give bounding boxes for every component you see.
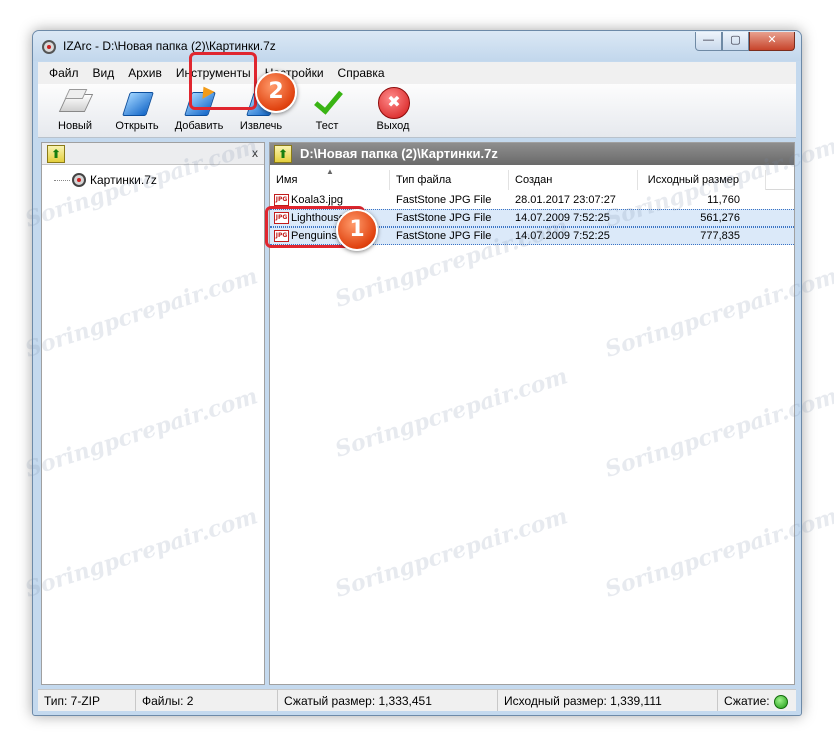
menu-view[interactable]: Вид	[86, 66, 122, 80]
status-compressed-size: Сжатый размер: 1,333,451	[278, 690, 498, 711]
tree-item-label: Картинки.7z	[90, 173, 157, 187]
file-created: 14.07.2009 7:52:25	[515, 212, 610, 224]
status-original-size: Исходный размер: 1,339,111	[498, 690, 718, 711]
folder-tree-pane: ⬆ x Картинки.7z	[41, 142, 265, 685]
close-button[interactable]: ✕	[749, 32, 795, 51]
file-size: 11,760	[707, 194, 740, 206]
menu-file[interactable]: Файл	[42, 66, 86, 80]
toolbar: Новый Открыть Добавить Извлечь Тест Выхо…	[38, 84, 796, 138]
file-type: FastStone JPG File	[396, 212, 492, 224]
minimize-button[interactable]: —	[695, 32, 722, 51]
open-button[interactable]: Открыть	[106, 86, 168, 136]
step-1-badge: 1	[336, 209, 378, 251]
checkmark-icon	[307, 86, 347, 118]
column-created[interactable]: Создан	[509, 170, 638, 190]
menu-help[interactable]: Справка	[331, 66, 392, 80]
column-name-label: Имя	[276, 174, 298, 186]
column-name[interactable]: ▲ Имя	[270, 167, 390, 190]
status-compression: Сжатие:	[718, 690, 796, 711]
status-bar: Тип: 7-ZIP Файлы: 2 Сжатый размер: 1,333…	[38, 689, 796, 711]
parent-folder-icon[interactable]: ⬆	[274, 145, 292, 163]
status-ok-icon	[773, 694, 788, 709]
open-folder-icon	[117, 86, 157, 118]
test-button[interactable]: Тест	[296, 86, 358, 136]
exit-icon	[373, 86, 413, 119]
column-type[interactable]: Тип файла	[390, 170, 509, 190]
title-bar[interactable]: IZArc - D:\Новая папка (2)\Картинки.7z —…	[33, 31, 801, 61]
menu-bar: Файл Вид Архив Инструменты Настройки Спр…	[38, 62, 796, 84]
extract-highlight-frame	[189, 52, 257, 110]
jpg-file-icon: JPG	[274, 194, 289, 206]
archive-path: D:\Новая папка (2)\Картинки.7z	[300, 146, 498, 161]
tree-item-archive[interactable]: Картинки.7z	[54, 172, 157, 188]
new-label: Новый	[58, 120, 92, 132]
column-size[interactable]: Исходный размер	[638, 170, 766, 190]
new-archive-icon	[55, 86, 95, 118]
file-created: 28.01.2017 23:07:27	[515, 194, 616, 206]
archive-icon	[72, 173, 86, 187]
new-button[interactable]: Новый	[44, 86, 106, 136]
status-archive-type: Тип: 7-ZIP	[38, 690, 136, 711]
extract-label: Извлечь	[239, 120, 283, 132]
add-label: Добавить	[174, 120, 224, 132]
open-label: Открыть	[115, 120, 159, 132]
sort-ascending-icon: ▲	[326, 167, 334, 176]
window-title: IZArc - D:\Новая папка (2)\Картинки.7z	[63, 39, 276, 53]
file-type: FastStone JPG File	[396, 230, 492, 242]
exit-label: Выход	[376, 120, 410, 132]
tree-pane-header: ⬆ x	[42, 143, 264, 165]
file-size: 561,276	[700, 212, 740, 224]
test-label: Тест	[315, 120, 339, 132]
menu-archive[interactable]: Архив	[121, 66, 169, 80]
status-compression-label: Сжатие:	[724, 694, 770, 708]
file-name: Koala3.jpg	[291, 194, 343, 206]
maximize-button[interactable]: ▢	[722, 32, 749, 51]
status-file-count: Файлы: 2	[136, 690, 278, 711]
close-tree-pane-button[interactable]: x	[252, 146, 258, 160]
step-2-badge: 2	[255, 71, 297, 113]
file-type: FastStone JPG File	[396, 194, 492, 206]
folder-up-icon[interactable]: ⬆	[47, 145, 65, 163]
izarc-app-icon	[42, 40, 56, 54]
file-created: 14.07.2009 7:52:25	[515, 230, 610, 242]
app-window: IZArc - D:\Новая папка (2)\Картинки.7z —…	[32, 30, 802, 716]
file-list-header: ▲ Имя Тип файла Создан Исходный размер	[270, 167, 794, 190]
exit-button[interactable]: Выход	[362, 86, 424, 136]
tree-connector	[54, 179, 70, 181]
file-size: 777,835	[700, 230, 740, 242]
path-bar: ⬆ D:\Новая папка (2)\Картинки.7z	[270, 143, 794, 165]
